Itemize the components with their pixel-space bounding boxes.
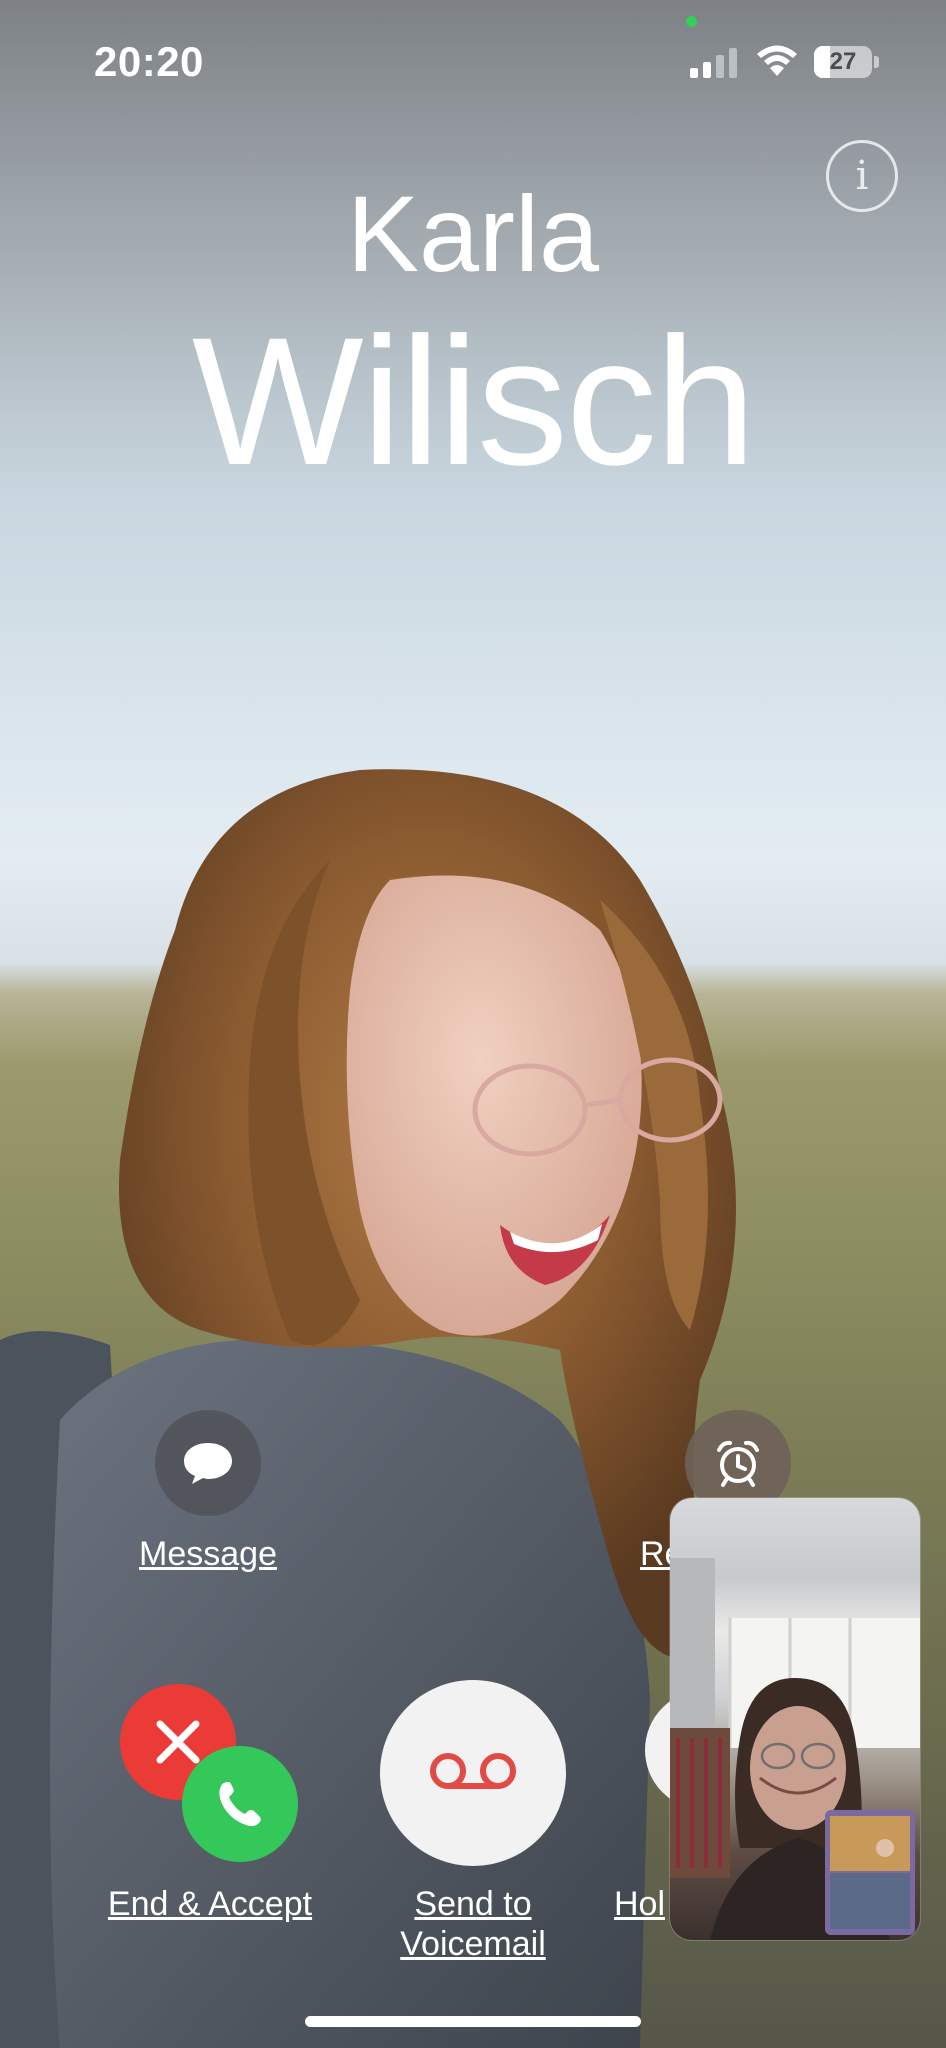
speech-bubble-icon: [184, 1443, 232, 1484]
voicemail-button[interactable]: [380, 1680, 566, 1866]
self-view-video: [670, 1558, 920, 1940]
battery-level: 27: [829, 48, 857, 75]
hold-label[interactable]: Hol: [614, 1884, 674, 1924]
privacy-indicator: [686, 16, 697, 27]
end-accept-label[interactable]: End & Accept: [90, 1884, 330, 1924]
signal-icon: [690, 48, 737, 78]
caller-first-name: Karla: [346, 173, 600, 294]
incoming-call-screen: 20:20 27 i Karla Wilisch Message Re End …: [0, 0, 946, 2048]
wifi-icon: [757, 45, 797, 76]
caller-last-name: Wilisch: [191, 299, 756, 503]
voicemail-label-line2[interactable]: Voicemail: [373, 1924, 573, 1964]
battery-icon: 27: [814, 46, 880, 78]
close-icon: [156, 1720, 200, 1764]
voicemail-label-line1[interactable]: Send to: [373, 1884, 573, 1924]
status-time: 20:20: [94, 38, 204, 85]
alarm-clock-icon: [717, 1440, 759, 1487]
phone-icon: [219, 1782, 261, 1827]
voicemail-icon: [430, 1753, 516, 1789]
self-view-preview[interactable]: [670, 1498, 920, 1940]
accept-button[interactable]: [182, 1746, 298, 1862]
message-label[interactable]: Message: [108, 1534, 308, 1574]
status-bar: 20:20 27: [0, 0, 946, 120]
home-indicator[interactable]: [305, 2016, 641, 2027]
message-button[interactable]: [155, 1410, 261, 1516]
